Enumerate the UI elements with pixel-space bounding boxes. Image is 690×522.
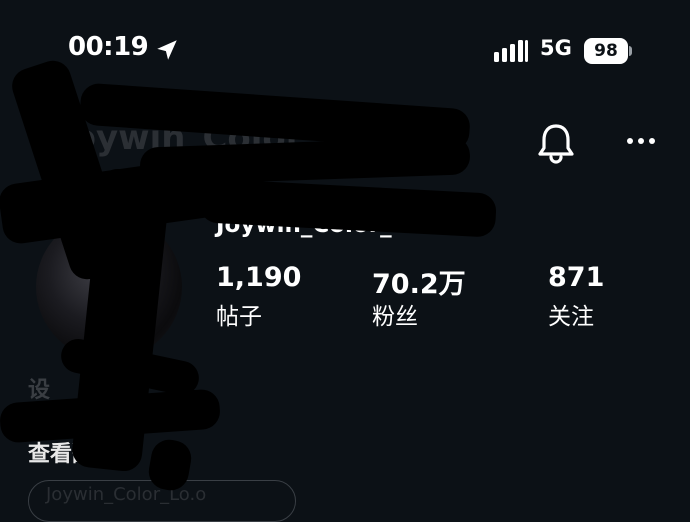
following-count[interactable]: 871 — [548, 262, 604, 293]
battery-cap — [629, 46, 632, 56]
followers-label[interactable]: 粉丝 — [372, 297, 418, 331]
more-options-icon[interactable] — [626, 136, 656, 146]
posts-label[interactable]: 帖子 — [216, 297, 262, 331]
bio-text: 设 — [28, 378, 51, 403]
following-label[interactable]: 关注 — [548, 297, 594, 331]
location-arrow-icon — [157, 40, 177, 60]
threads-link-text: Joywin_Color_Lo.o — [46, 484, 207, 505]
cellular-signal-icon — [494, 40, 528, 62]
posts-count[interactable]: 1,190 — [216, 262, 301, 293]
status-time: 00:19 — [68, 32, 149, 62]
followers-count[interactable]: 70.2万 — [372, 262, 466, 301]
network-type: 5G — [540, 36, 572, 60]
battery-indicator: 98 — [584, 38, 628, 64]
bell-icon[interactable] — [536, 122, 576, 164]
